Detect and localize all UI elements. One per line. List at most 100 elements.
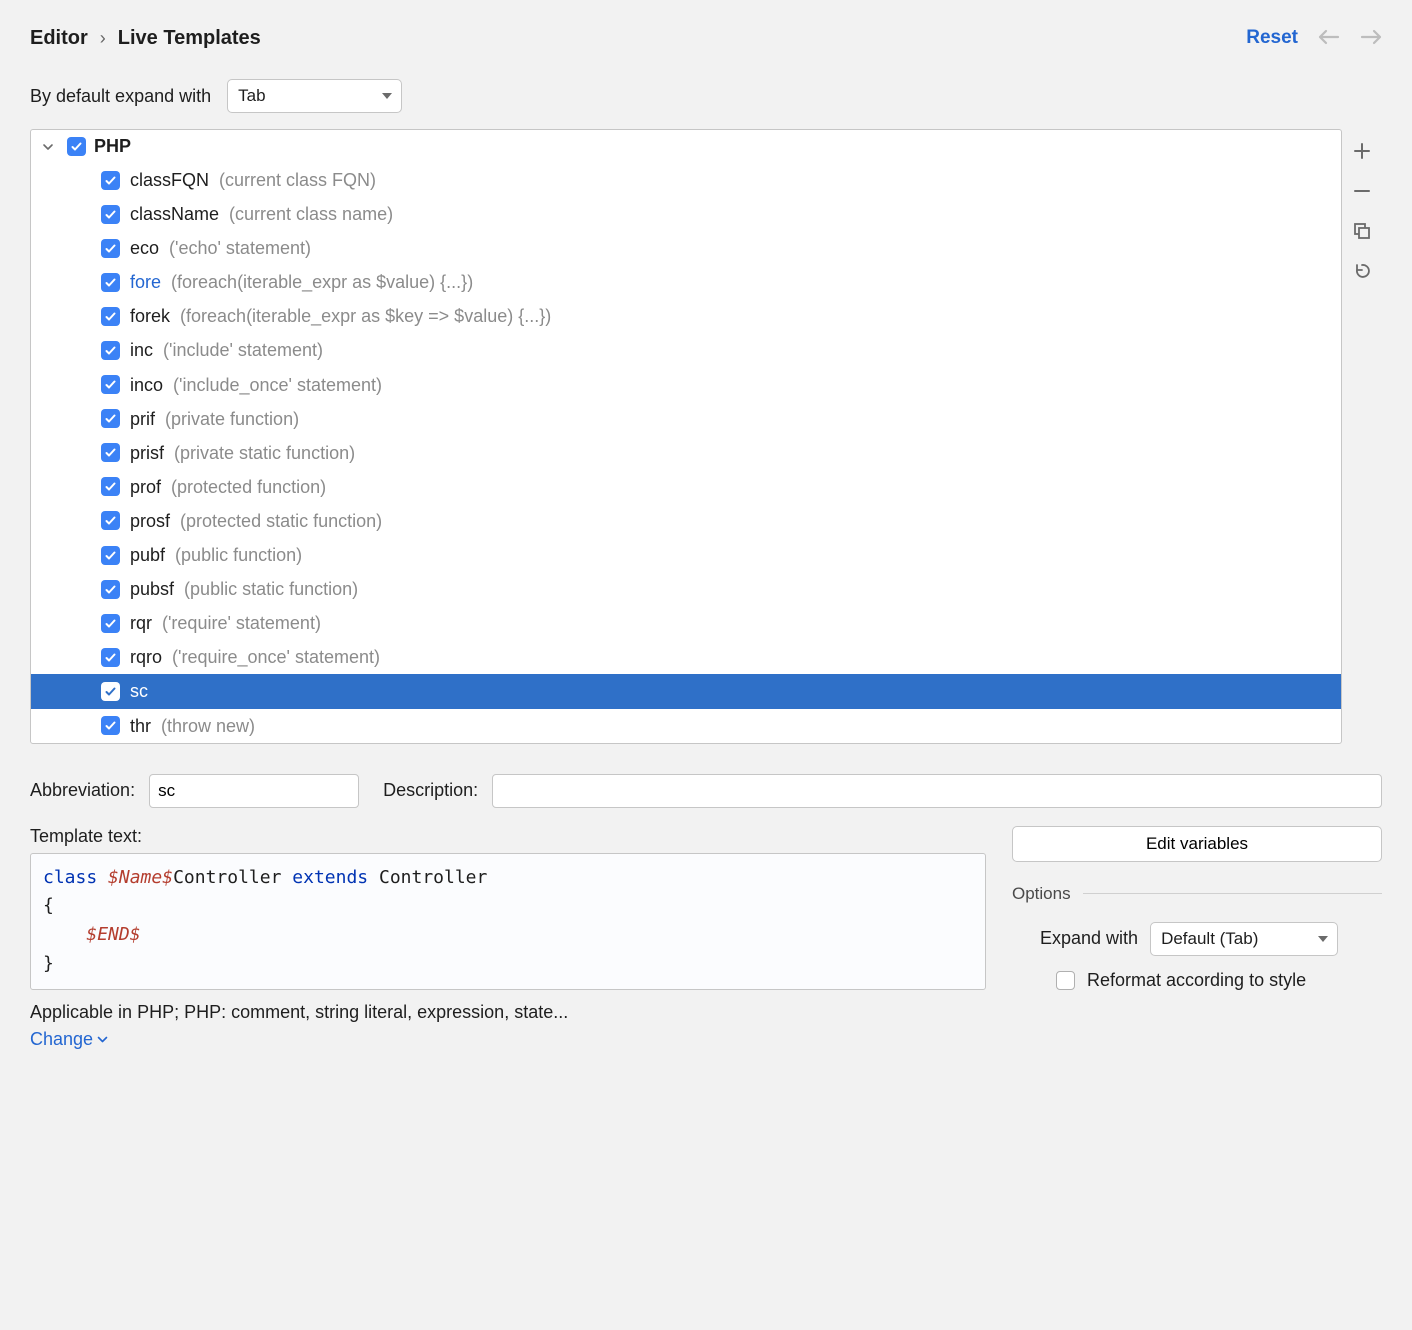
- group-checkbox[interactable]: [67, 137, 86, 156]
- abbreviation-input[interactable]: [149, 774, 359, 808]
- template-desc: ('include' statement): [163, 337, 323, 363]
- template-item[interactable]: prosf (protected static function): [31, 504, 1341, 538]
- template-checkbox[interactable]: [101, 546, 120, 565]
- template-desc: (public function): [175, 542, 302, 568]
- template-desc: ('require' statement): [162, 610, 321, 636]
- template-item[interactable]: thr (throw new): [31, 709, 1341, 743]
- expand-with-label: Expand with: [1040, 928, 1138, 949]
- description-label: Description:: [383, 780, 478, 801]
- template-item[interactable]: sc: [31, 674, 1341, 708]
- template-abbr: prosf: [130, 508, 170, 534]
- options-header: Options: [1012, 884, 1071, 904]
- template-abbr: inc: [130, 337, 153, 363]
- template-item[interactable]: inco ('include_once' statement): [31, 368, 1341, 402]
- template-desc: (protected static function): [180, 508, 382, 534]
- template-abbr: classFQN: [130, 167, 209, 193]
- template-desc: ('include_once' statement): [173, 372, 382, 398]
- template-item[interactable]: pubsf (public static function): [31, 572, 1341, 606]
- description-input[interactable]: [492, 774, 1382, 808]
- template-checkbox[interactable]: [101, 171, 120, 190]
- add-template-icon[interactable]: [1350, 139, 1374, 163]
- template-checkbox[interactable]: [101, 580, 120, 599]
- edit-variables-button[interactable]: Edit variables: [1012, 826, 1382, 862]
- reformat-checkbox[interactable]: [1056, 971, 1075, 990]
- template-checkbox[interactable]: [101, 477, 120, 496]
- forward-arrow-icon[interactable]: [1360, 25, 1382, 51]
- template-item[interactable]: inc ('include' statement): [31, 333, 1341, 367]
- duplicate-template-icon[interactable]: [1350, 219, 1374, 243]
- template-abbr: forek: [130, 303, 170, 329]
- expand-with-select[interactable]: Default (Tab): [1150, 922, 1338, 956]
- template-abbr: prif: [130, 406, 155, 432]
- breadcrumb: Editor › Live Templates: [30, 27, 261, 50]
- remove-template-icon[interactable]: [1350, 179, 1374, 203]
- templates-tree[interactable]: PHP classFQN(current class FQN)className…: [30, 129, 1342, 744]
- template-abbr: prof: [130, 474, 161, 500]
- template-checkbox[interactable]: [101, 443, 120, 462]
- template-item[interactable]: classFQN (current class FQN): [31, 163, 1341, 197]
- template-abbr: prisf: [130, 440, 164, 466]
- template-checkbox[interactable]: [101, 682, 120, 701]
- template-checkbox[interactable]: [101, 205, 120, 224]
- template-item[interactable]: prof (protected function): [31, 470, 1341, 504]
- template-item[interactable]: rqro ('require_once' statement): [31, 640, 1341, 674]
- template-checkbox[interactable]: [101, 273, 120, 292]
- back-arrow-icon[interactable]: [1318, 25, 1340, 51]
- template-item[interactable]: pubf (public function): [31, 538, 1341, 572]
- template-desc: ('require_once' statement): [172, 644, 380, 670]
- group-name: PHP: [94, 136, 131, 157]
- template-desc: (protected function): [171, 474, 326, 500]
- template-item[interactable]: prisf(private static function): [31, 436, 1341, 470]
- template-desc: (private function): [165, 406, 299, 432]
- template-checkbox[interactable]: [101, 648, 120, 667]
- template-abbr: className: [130, 201, 219, 227]
- template-item[interactable]: forek (foreach(iterable_expr as $key => $…: [31, 299, 1341, 333]
- breadcrumb-parent[interactable]: Editor: [30, 27, 88, 50]
- template-text-label: Template text:: [30, 826, 986, 847]
- template-desc: (public static function): [184, 576, 358, 602]
- chevron-down-icon: [97, 1034, 108, 1045]
- template-desc: ('echo' statement): [169, 235, 311, 261]
- chevron-down-icon[interactable]: [41, 140, 55, 154]
- change-context-link[interactable]: Change: [30, 1029, 108, 1050]
- template-desc: (current class name): [229, 201, 393, 227]
- template-checkbox[interactable]: [101, 307, 120, 326]
- template-abbr: fore: [130, 269, 161, 295]
- template-checkbox[interactable]: [101, 239, 120, 258]
- divider: [1083, 893, 1382, 894]
- revert-template-icon[interactable]: [1350, 259, 1374, 283]
- header: Editor › Live Templates Reset: [30, 25, 1382, 51]
- template-text-editor[interactable]: class $Name$Controller extends Controlle…: [30, 853, 986, 990]
- template-item[interactable]: fore (foreach(iterable_expr as $value) {.…: [31, 265, 1341, 299]
- template-abbr: pubsf: [130, 576, 174, 602]
- template-checkbox[interactable]: [101, 716, 120, 735]
- template-desc: (throw new): [161, 713, 255, 739]
- expand-with-value: Default (Tab): [1161, 929, 1258, 949]
- template-item[interactable]: eco ('echo' statement): [31, 231, 1341, 265]
- template-checkbox[interactable]: [101, 375, 120, 394]
- group-row[interactable]: PHP: [31, 130, 1341, 163]
- reset-link[interactable]: Reset: [1246, 27, 1298, 49]
- applicable-contexts: Applicable in PHP; PHP: comment, string …: [30, 1002, 986, 1023]
- template-checkbox[interactable]: [101, 341, 120, 360]
- template-abbr: rqro: [130, 644, 162, 670]
- abbreviation-label: Abbreviation:: [30, 780, 135, 801]
- template-desc: (foreach(iterable_expr as $value) {...}): [171, 269, 473, 295]
- template-checkbox[interactable]: [101, 614, 120, 633]
- template-desc: (current class FQN): [219, 167, 376, 193]
- default-expand-select[interactable]: Tab: [227, 79, 402, 113]
- default-expand-value: Tab: [238, 86, 265, 106]
- template-item[interactable]: className (current class name): [31, 197, 1341, 231]
- template-checkbox[interactable]: [101, 409, 120, 428]
- template-abbr: pubf: [130, 542, 165, 568]
- template-desc: (foreach(iterable_expr as $key => $value…: [180, 303, 551, 329]
- template-item[interactable]: rqr('require' statement): [31, 606, 1341, 640]
- template-checkbox[interactable]: [101, 511, 120, 530]
- template-abbr: inco: [130, 372, 163, 398]
- template-abbr: thr: [130, 713, 151, 739]
- template-item[interactable]: prif (private function): [31, 402, 1341, 436]
- breadcrumb-current: Live Templates: [118, 27, 261, 50]
- template-abbr: sc: [130, 678, 148, 704]
- template-abbr: eco: [130, 235, 159, 261]
- chevron-right-icon: ›: [100, 28, 106, 49]
